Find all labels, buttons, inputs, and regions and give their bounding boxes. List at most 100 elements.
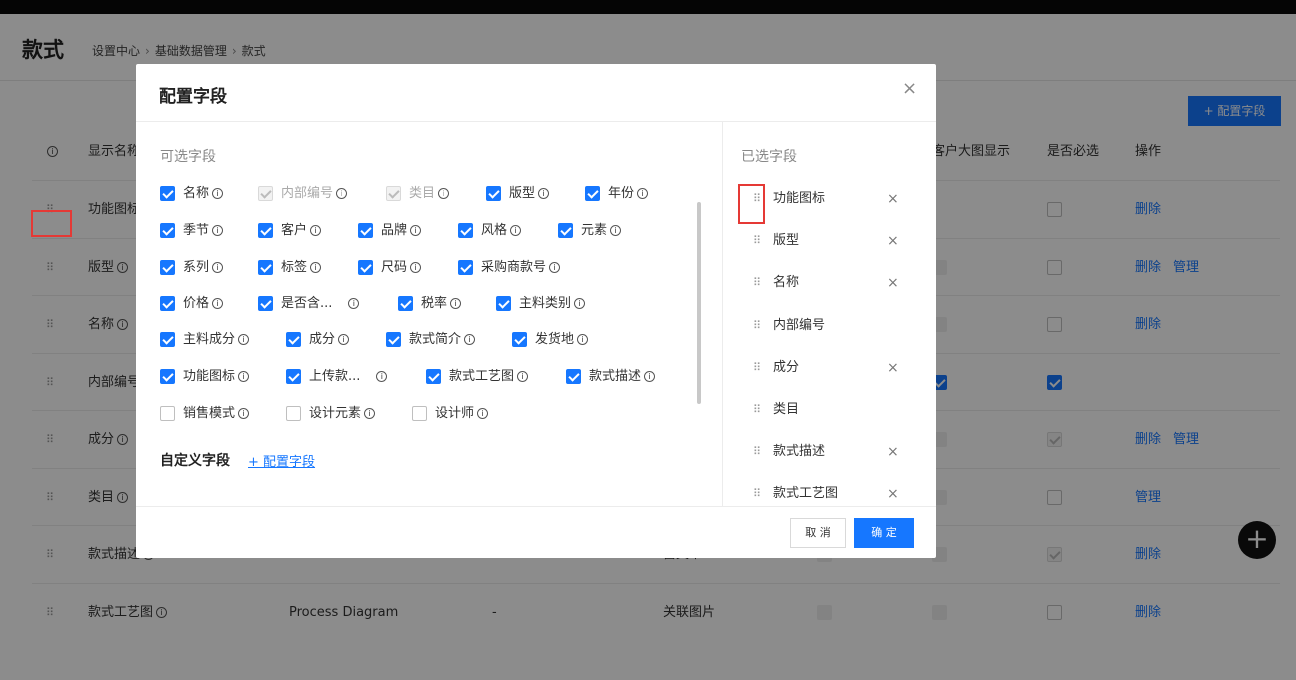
field-option-label: 成分 i <box>309 330 350 350</box>
field-option-label: 款式描述 i <box>589 367 656 387</box>
field-option-checkbox[interactable] <box>386 332 401 347</box>
selected-field-item[interactable]: ⠿ 类目 <box>723 389 936 431</box>
field-option-checkbox[interactable] <box>286 369 301 384</box>
field-option-checkbox[interactable] <box>258 223 273 238</box>
selected-field-item[interactable]: ⠿ 内部编号 <box>723 305 936 347</box>
field-option-label: 标签 i <box>281 258 322 278</box>
field-option-text: 价格 <box>183 296 210 311</box>
field-option-label: 风格 i <box>481 221 522 241</box>
field-option-checkbox[interactable] <box>486 186 501 201</box>
info-icon: i <box>238 408 250 419</box>
drag-handle-icon[interactable]: ⠿ <box>753 389 761 431</box>
field-option-label: 是否含... i <box>281 294 360 314</box>
selected-field-label: 名称 <box>773 275 800 291</box>
field-option-checkbox[interactable] <box>386 186 401 201</box>
drag-handle-icon[interactable]: ⠿ <box>753 347 761 389</box>
field-option-label: 销售模式 i <box>183 404 250 424</box>
field-option-checkbox[interactable] <box>160 296 175 311</box>
field-option-text: 名称 <box>183 186 210 201</box>
field-option-checkbox[interactable] <box>286 406 301 421</box>
field-option-label: 版型 i <box>509 184 550 204</box>
remove-icon[interactable]: × <box>887 431 899 473</box>
field-option-text: 元素 <box>581 223 608 238</box>
info-icon: i <box>438 188 450 199</box>
info-icon: i <box>338 334 350 345</box>
cancel-button[interactable]: 取 消 <box>790 518 846 548</box>
field-option-label: 上传款... i <box>309 367 388 387</box>
selected-field-item[interactable]: ⠿ 版型 × <box>723 220 936 262</box>
field-option-checkbox[interactable] <box>412 406 427 421</box>
field-option-checkbox[interactable] <box>458 223 473 238</box>
field-option-text: 系列 <box>183 260 210 275</box>
field-option-label: 季节 i <box>183 221 224 241</box>
drag-handle-icon[interactable]: ⠿ <box>753 220 761 262</box>
remove-icon[interactable]: × <box>887 473 899 506</box>
info-icon: i <box>310 262 322 273</box>
info-icon: i <box>238 334 250 345</box>
scrollbar-thumb[interactable] <box>697 202 701 404</box>
drag-handle-icon[interactable]: ⠿ <box>753 431 761 473</box>
field-option-checkbox[interactable] <box>258 260 273 275</box>
close-icon[interactable]: × <box>902 78 917 99</box>
field-option-checkbox[interactable] <box>258 186 273 201</box>
selected-field-item[interactable]: ⠿ 名称 × <box>723 262 936 304</box>
field-option-checkbox[interactable] <box>160 186 175 201</box>
selected-field-item[interactable]: ⠿ 款式描述 × <box>723 431 936 473</box>
field-option-checkbox[interactable] <box>160 223 175 238</box>
remove-icon[interactable]: × <box>887 347 899 389</box>
field-option-checkbox[interactable] <box>558 223 573 238</box>
field-option-checkbox[interactable] <box>160 406 175 421</box>
field-option-text: 标签 <box>281 260 308 275</box>
remove-icon[interactable]: × <box>887 262 899 304</box>
confirm-button[interactable]: 确 定 <box>854 518 914 548</box>
field-option-text: 设计元素 <box>309 406 362 421</box>
field-option-checkbox[interactable] <box>398 296 413 311</box>
field-option-checkbox[interactable] <box>160 369 175 384</box>
field-option-checkbox[interactable] <box>585 186 600 201</box>
info-icon: i <box>310 225 322 236</box>
modal-footer-divider <box>136 506 936 507</box>
drag-handle-icon[interactable]: ⠿ <box>753 305 761 347</box>
field-option-text: 类目 <box>409 186 436 201</box>
field-option-checkbox[interactable] <box>160 260 175 275</box>
field-option-text: 品牌 <box>381 223 408 238</box>
drag-handle-icon[interactable]: ⠿ <box>753 262 761 304</box>
custom-fields-title: 自定义字段 <box>160 453 230 469</box>
field-option-checkbox[interactable] <box>258 296 273 311</box>
info-icon: i <box>517 371 529 382</box>
field-option-text: 客户 <box>281 223 308 238</box>
info-icon: i <box>212 188 224 199</box>
info-icon: i <box>510 225 522 236</box>
remove-icon[interactable]: × <box>887 220 899 262</box>
field-option-label: 采购商款号 i <box>481 258 561 278</box>
selected-field-item[interactable]: ⠿ 成分 × <box>723 347 936 389</box>
selected-field-label: 款式描述 <box>773 444 826 460</box>
info-icon: i <box>637 188 649 199</box>
drag-handle-icon[interactable]: ⠿ <box>753 473 761 506</box>
custom-config-link[interactable]: + 配置字段 <box>248 451 315 470</box>
field-option-checkbox[interactable] <box>496 296 511 311</box>
field-option-checkbox[interactable] <box>358 260 373 275</box>
field-option-checkbox[interactable] <box>286 332 301 347</box>
info-icon: i <box>212 262 224 273</box>
field-option-checkbox[interactable] <box>358 223 373 238</box>
field-option-checkbox[interactable] <box>566 369 581 384</box>
field-option-label: 发货地 i <box>535 330 589 350</box>
field-option-label: 价格 i <box>183 294 224 314</box>
field-option-label: 设计师 i <box>435 404 489 424</box>
field-option-text: 尺码 <box>381 260 408 275</box>
field-option-label: 主料成分 i <box>183 330 250 350</box>
selected-field-item[interactable]: ⠿ 款式工艺图 × <box>723 473 936 506</box>
field-option-checkbox[interactable] <box>160 332 175 347</box>
field-option-text: 设计师 <box>435 406 475 421</box>
field-option-label: 名称 i <box>183 184 224 204</box>
info-icon: i <box>574 298 586 309</box>
field-option-checkbox[interactable] <box>426 369 441 384</box>
field-option-checkbox[interactable] <box>512 332 527 347</box>
field-option-text: 税率 <box>421 296 448 311</box>
field-option-text: 版型 <box>509 186 536 201</box>
field-option-checkbox[interactable] <box>458 260 473 275</box>
field-option-label: 税率 i <box>421 294 462 314</box>
selected-field-label: 类目 <box>773 402 800 417</box>
remove-icon[interactable]: × <box>887 178 899 220</box>
